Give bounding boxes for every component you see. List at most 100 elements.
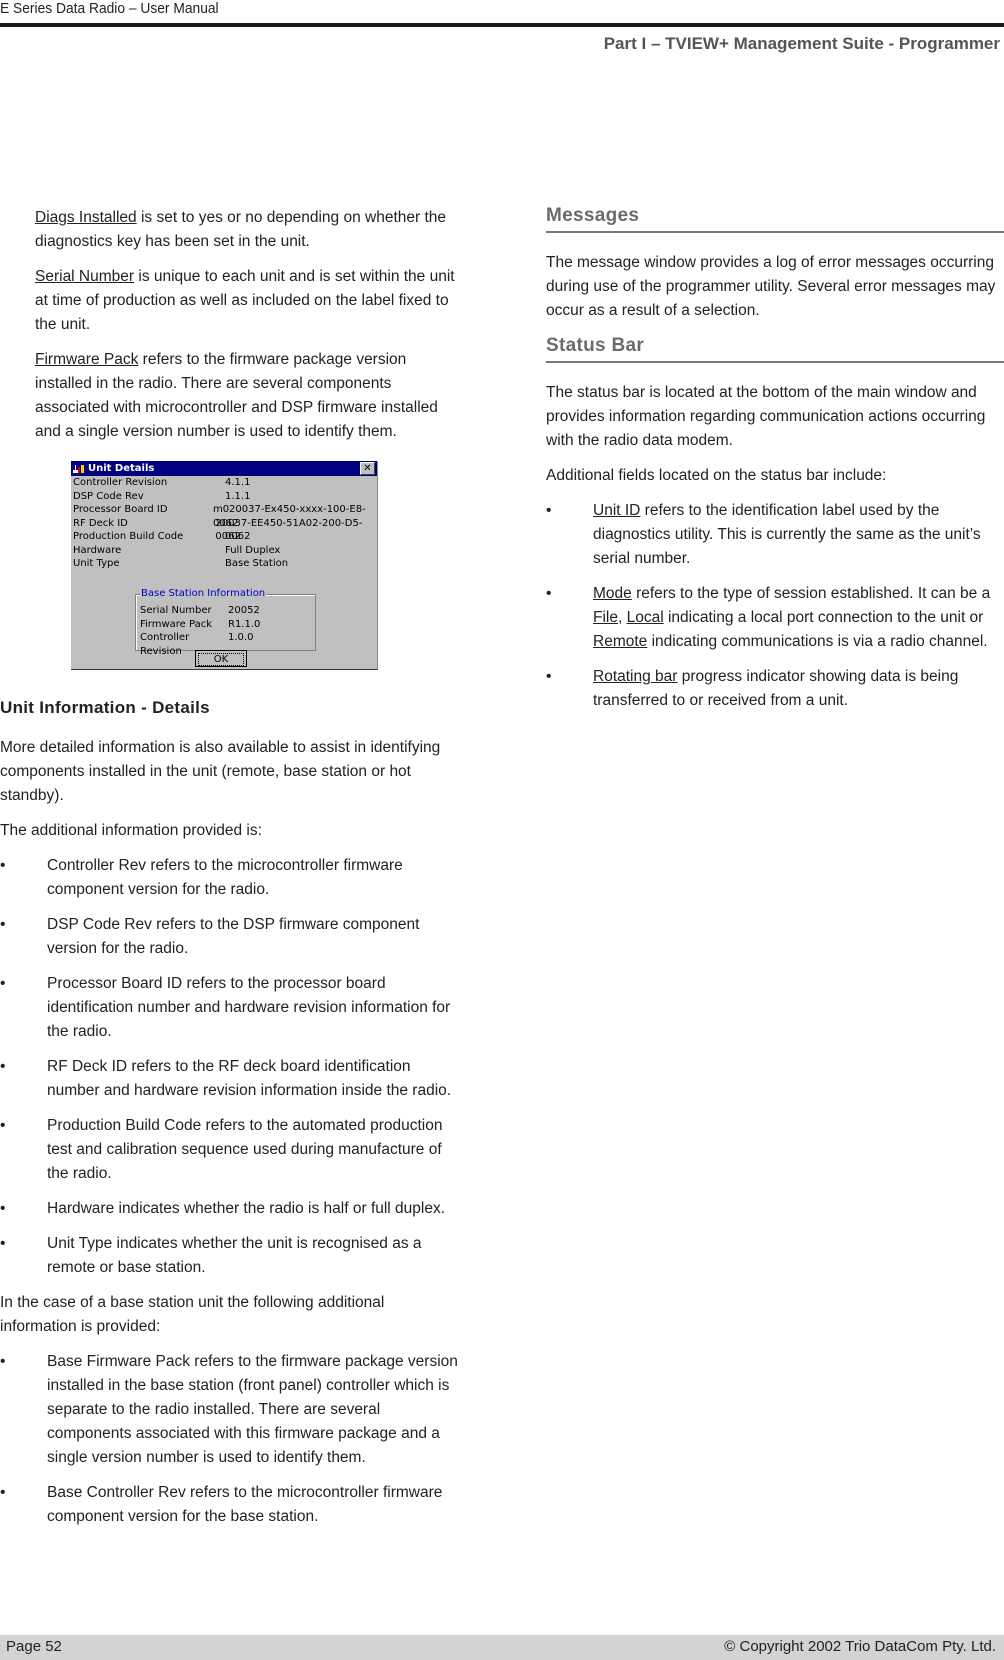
bullet-text: Mode refers to the type of session estab… bbox=[593, 582, 1004, 654]
term: Firmware Pack bbox=[35, 351, 139, 368]
list-item: • Controller Rev refers to the microcontr… bbox=[0, 854, 460, 902]
detail-value: 20037-EE450-51A02-200-D5-0062 bbox=[215, 517, 363, 543]
detail-row: Unit Type Base Station bbox=[71, 557, 377, 571]
detail-label: Processor Board ID bbox=[73, 504, 168, 515]
running-header: E Series Data Radio – User Manual bbox=[0, 0, 219, 17]
bullet-icon: • bbox=[546, 502, 552, 519]
ok-button[interactable]: OK bbox=[195, 650, 247, 667]
bullet-text: Processor Board ID refers to the process… bbox=[47, 975, 451, 1040]
definition-text: indicating a local port connection to th… bbox=[663, 609, 984, 626]
list-item: • DSP Code Rev refers to the DSP firmware… bbox=[0, 913, 460, 961]
unit-details-dialog: Unit Details ✕ Controller Revision 4.1.1 … bbox=[71, 461, 378, 670]
left-column: Diags Installed is set to yes or no depe… bbox=[0, 206, 460, 455]
page-number: Page 52 bbox=[6, 1638, 62, 1655]
header-rule bbox=[0, 23, 1004, 27]
detail-value: 4.1.1 bbox=[225, 477, 251, 488]
bullet-text: Rotating bar progress indicator showing … bbox=[593, 665, 1004, 713]
right-column: Messages The message window provides a l… bbox=[546, 204, 1004, 724]
detail-row: Serial Number 20052 bbox=[138, 604, 260, 618]
bullet-text: Unit ID refers to the identification lab… bbox=[593, 499, 1004, 571]
detail-value: 1.0.0 bbox=[228, 632, 254, 643]
bullet-icon: • bbox=[0, 916, 6, 933]
list-item: • Unit Type indicates whether the unit is… bbox=[0, 1232, 460, 1280]
section-heading: Unit Information - Details bbox=[0, 698, 210, 717]
detail-label: Controller Revision bbox=[140, 632, 190, 657]
detail-label: Unit Type bbox=[73, 558, 120, 569]
base-station-group: Base Station Information Serial Number 20… bbox=[135, 588, 316, 657]
detail-value: 20052 bbox=[228, 605, 260, 616]
detail-row: Production Build Code 0062 bbox=[71, 530, 377, 544]
ok-label: OK bbox=[198, 653, 244, 666]
copyright: © Copyright 2002 Trio DataCom Pty. Ltd. bbox=[724, 1638, 996, 1655]
intro-paragraph: More detailed information is also availa… bbox=[0, 739, 441, 804]
fields-lead-paragraph: Additional fields located on the status … bbox=[546, 467, 887, 484]
bullet-icon: • bbox=[0, 1235, 6, 1252]
detail-value: 1.1.1 bbox=[225, 490, 251, 502]
detail-value: 0062 bbox=[225, 531, 251, 542]
close-icon[interactable]: ✕ bbox=[360, 462, 375, 475]
term: Diags Installed bbox=[35, 209, 137, 226]
list-item: • Rotating bar progress indicator showing… bbox=[546, 665, 1004, 713]
term-local: Local bbox=[626, 609, 664, 626]
term-remote: Remote bbox=[593, 633, 648, 650]
detail-label: Hardware bbox=[73, 544, 122, 556]
detail-label: Controller Revision bbox=[73, 477, 168, 488]
detail-row: RF Deck ID 20037-EE450-51A02-200-D5-0062 bbox=[71, 517, 377, 543]
term: Mode bbox=[593, 585, 632, 602]
bullet-text: DSP Code Rev refers to the DSP firmware … bbox=[47, 916, 420, 957]
bullet-text: Controller Rev refers to the microcontro… bbox=[47, 857, 403, 898]
dialog-title: Unit Details bbox=[88, 463, 155, 474]
bullet-icon: • bbox=[0, 857, 6, 874]
detail-row: Controller Revision 1.0.0 bbox=[138, 631, 260, 657]
list-item: • Base Controller Rev refers to the micro… bbox=[0, 1481, 460, 1529]
detail-label: RF Deck ID bbox=[73, 517, 128, 529]
detail-row: Firmware Pack R1.1.0 bbox=[138, 618, 260, 632]
bullet-text: Base Firmware Pack refers to the firmwar… bbox=[47, 1353, 458, 1466]
definition-firmware-pack: Firmware Pack refers to the firmware pac… bbox=[0, 348, 460, 444]
term: Unit ID bbox=[593, 502, 641, 519]
list-item: • Unit ID refers to the identification la… bbox=[546, 499, 1004, 571]
list-item: • Hardware indicates whether the radio is… bbox=[0, 1197, 460, 1221]
unit-details-rows: Controller Revision 4.1.1 DSP Code Rev 1.1… bbox=[71, 476, 377, 571]
bullet-text: Hardware indicates whether the radio is … bbox=[47, 1200, 446, 1217]
bullet-text: Unit Type indicates whether the unit is … bbox=[47, 1235, 422, 1276]
detail-row: Hardware Full Duplex bbox=[71, 544, 377, 558]
bullet-icon: • bbox=[546, 668, 552, 685]
bullet-icon: • bbox=[0, 1117, 6, 1134]
page-footer: Page 52 © Copyright 2002 Trio DataCom Pt… bbox=[0, 1635, 1004, 1660]
part-title: Part I – TVIEW+ Management Suite - Progr… bbox=[603, 34, 1000, 53]
definition-text: refers to the identification label used … bbox=[593, 502, 981, 567]
bullet-icon: • bbox=[0, 1484, 6, 1501]
group-title: Base Station Information bbox=[140, 588, 267, 600]
definition-diags-installed: Diags Installed is set to yes or no depe… bbox=[0, 206, 460, 254]
status-bar-paragraph: The status bar is located at the bottom … bbox=[546, 384, 986, 449]
list-item: • Production Build Code refers to the aut… bbox=[0, 1114, 460, 1186]
unit-info-section: Unit Information - Details More detailed… bbox=[0, 696, 460, 1540]
definition-text: indicating communications is via a radio… bbox=[647, 633, 988, 650]
bullet-text: RF Deck ID refers to the RF deck board i… bbox=[47, 1058, 452, 1099]
detail-label: Firmware Pack bbox=[140, 618, 213, 630]
detail-label: DSP Code Rev bbox=[73, 490, 144, 502]
messages-heading: Messages bbox=[546, 204, 1004, 233]
detail-row: Processor Board ID m020037-Ex450-xxxx-10… bbox=[71, 503, 377, 529]
detail-value: Full Duplex bbox=[225, 544, 281, 556]
detail-label: Serial Number bbox=[140, 605, 212, 616]
bullet-icon: • bbox=[0, 1200, 6, 1217]
detail-value: R1.1.0 bbox=[228, 618, 261, 630]
term: Serial Number bbox=[35, 268, 135, 285]
dialog-title-bar: Unit Details ✕ bbox=[71, 461, 377, 476]
term: Rotating bar bbox=[593, 668, 678, 685]
bullet-icon: • bbox=[0, 1058, 6, 1075]
list-item: • Processor Board ID refers to the proces… bbox=[0, 972, 460, 1044]
detail-label: Production Build Code bbox=[73, 531, 184, 542]
list-item: • Base Firmware Pack refers to the firmwa… bbox=[0, 1350, 460, 1470]
list-item: • RF Deck ID refers to the RF deck board … bbox=[0, 1055, 460, 1103]
detail-row: DSP Code Rev 1.1.1 bbox=[71, 490, 377, 504]
detail-row: Controller Revision 4.1.1 bbox=[71, 476, 377, 490]
status-bar-heading: Status Bar bbox=[546, 334, 1004, 363]
messages-paragraph: The message window provides a log of err… bbox=[546, 254, 996, 319]
bullet-icon: • bbox=[0, 1353, 6, 1370]
term-file: File bbox=[593, 609, 618, 626]
bullet-text: Base Controller Rev refers to the microc… bbox=[47, 1484, 443, 1525]
base-lead-paragraph: In the case of a base station unit the f… bbox=[0, 1294, 385, 1335]
